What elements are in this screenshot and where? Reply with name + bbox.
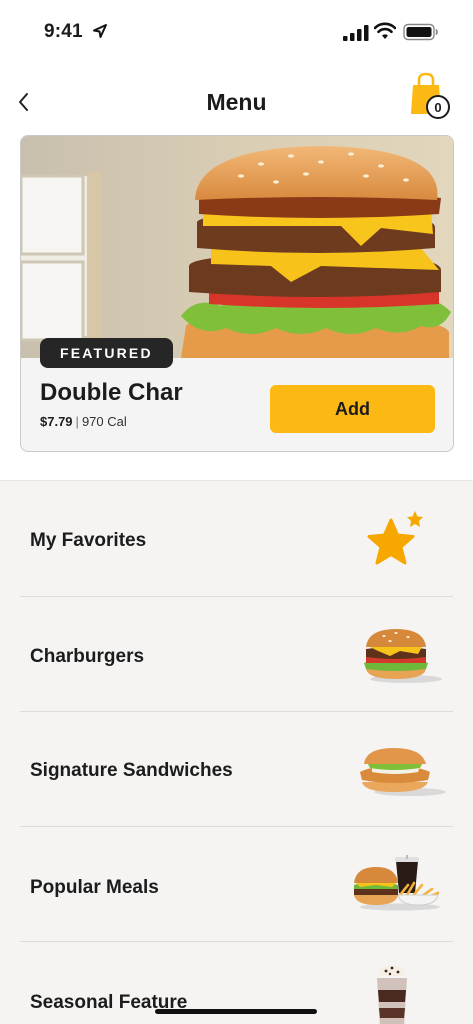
wifi-icon — [374, 22, 396, 39]
menu-category-label: Popular Meals — [30, 877, 159, 898]
featured-price: $7.79 — [40, 414, 73, 429]
status-time: 9:41 — [44, 21, 83, 42]
featured-product-name: Double Char — [40, 379, 183, 406]
menu-category-label: Charburgers — [30, 646, 145, 667]
featured-product-meta: $7.79 | 970 Cal — [40, 414, 127, 429]
page-title: Menu — [206, 89, 267, 115]
header-section: 9:41 Menu 0 FEATURED Double Char $7.79 |… — [0, 0, 473, 480]
status-bar: 9:41 — [0, 0, 473, 62]
double-char-burger-image — [21, 136, 453, 358]
cart-count: 0 — [434, 100, 441, 115]
shake-icon — [377, 965, 407, 1024]
cart-button[interactable]: 0 — [408, 72, 454, 122]
section-divider — [0, 480, 473, 481]
battery-icon — [403, 23, 438, 41]
menu-category-charburgers[interactable]: Charburgers — [0, 597, 473, 712]
meal-icon — [354, 855, 440, 911]
meta-separator: | — [75, 414, 79, 429]
menu-category-label: Signature Sandwiches — [30, 760, 233, 781]
cellular-signal-icon — [343, 25, 369, 41]
burger-icon — [364, 629, 442, 683]
home-indicator[interactable] — [155, 1009, 317, 1014]
featured-card[interactable]: FEATURED Double Char $7.79 | 970 Cal Add — [20, 135, 454, 452]
menu-category-my-favorites[interactable]: My Favorites — [0, 482, 473, 597]
sandwich-icon — [360, 748, 446, 796]
menu-category-popular-meals[interactable]: Popular Meals — [0, 827, 473, 942]
featured-calories: 970 Cal — [81, 414, 127, 429]
shopping-bag-icon: 0 — [411, 72, 450, 119]
location-arrow-icon — [93, 24, 107, 38]
star-icon — [367, 511, 423, 565]
menu-category-label: My Favorites — [30, 530, 147, 551]
add-button[interactable]: Add — [270, 385, 435, 433]
menu-category-signature-sandwiches[interactable]: Signature Sandwiches — [0, 712, 473, 827]
featured-badge: FEATURED — [40, 338, 173, 368]
